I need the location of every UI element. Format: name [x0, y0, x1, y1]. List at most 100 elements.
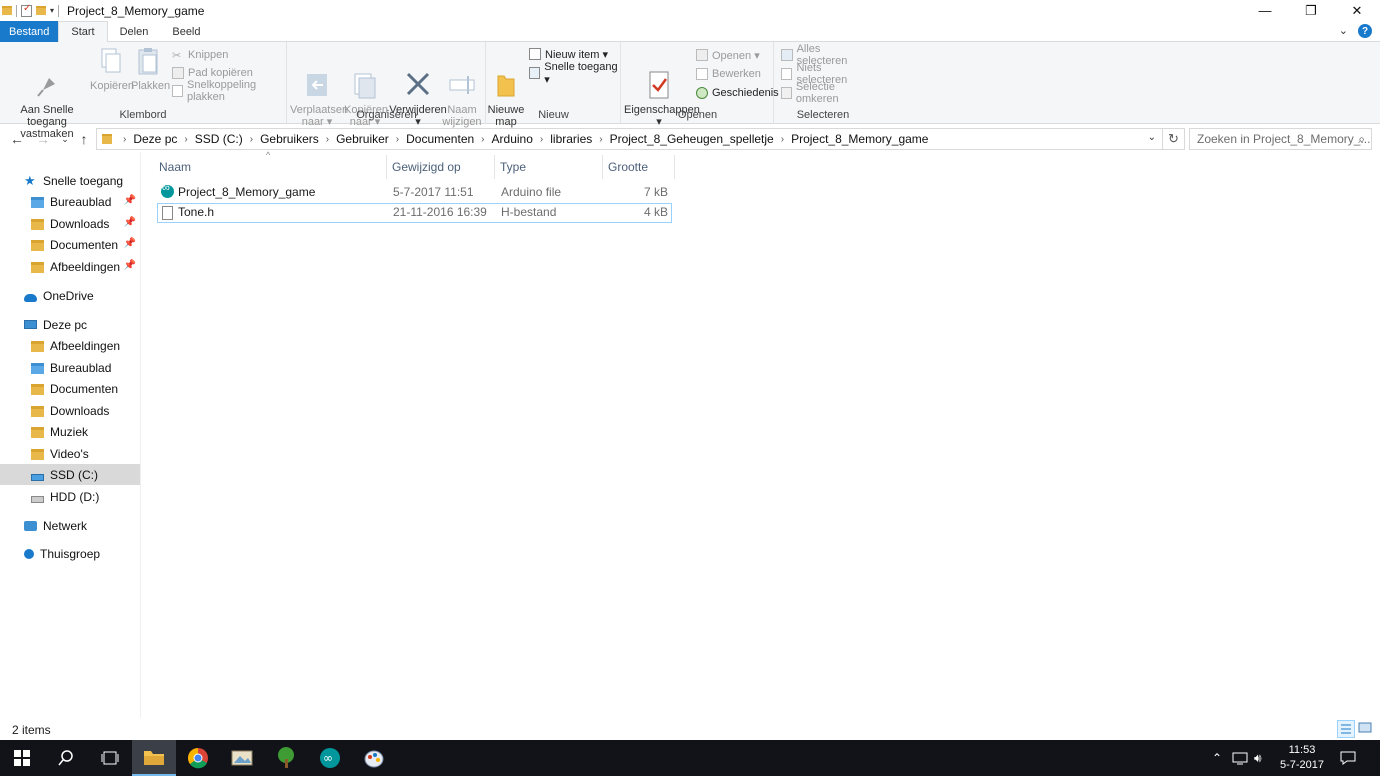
- nav-quick-pictures[interactable]: Afbeeldingen 📌: [0, 256, 140, 277]
- address-bar[interactable]: › Deze pc › SSD (C:) › Gebruikers › Gebr…: [96, 128, 1163, 150]
- forward-arrow-icon[interactable]: →: [32, 128, 54, 150]
- pin-icon[interactable]: 📌: [124, 217, 136, 228]
- invert-selection-button[interactable]: Selectie omkeren: [781, 81, 871, 105]
- breadcrumb-item[interactable]: Arduino: [488, 132, 537, 146]
- breadcrumb-chevron-icon[interactable]: ›: [478, 134, 487, 145]
- close-button[interactable]: ✕: [1334, 0, 1380, 21]
- paste-button[interactable]: Plakken: [131, 46, 170, 92]
- search-input[interactable]: Zoeken in Project_8_Memory_... ⌕: [1189, 128, 1372, 150]
- file-list: ^ Naam Gewijzigd op Type Grootte Project…: [141, 150, 1380, 718]
- pin-icon[interactable]: 📌: [124, 260, 136, 271]
- windows-start-icon[interactable]: [0, 740, 44, 776]
- pin-quick-access-button[interactable]: Aan Snelle toegang vastmaken: [4, 46, 90, 140]
- pin-icon[interactable]: 📌: [124, 238, 136, 249]
- nav-quick-desktop[interactable]: Bureaublad 📌: [0, 191, 140, 212]
- column-header-size[interactable]: Grootte: [603, 155, 675, 179]
- cut-button[interactable]: ✂ Knippen: [172, 47, 228, 63]
- table-row[interactable]: Project_8_Memory_game 5-7-2017 11:51 Ard…: [157, 182, 672, 203]
- tree-app-icon[interactable]: [264, 740, 308, 776]
- nav-quick-downloads[interactable]: Downloads 📌: [0, 213, 140, 234]
- breadcrumb-item[interactable]: Gebruikers: [256, 132, 323, 146]
- tab-share[interactable]: Delen: [108, 21, 161, 42]
- nav-pc-ssd[interactable]: SSD (C:): [0, 464, 140, 485]
- nav-pc-hdd[interactable]: HDD (D:): [0, 486, 140, 507]
- pin-icon[interactable]: 📌: [124, 195, 136, 206]
- system-clock[interactable]: 11:53 5-7-2017: [1280, 743, 1324, 773]
- breadcrumb-chevron-icon[interactable]: ›: [181, 134, 190, 145]
- show-hidden-icons-chevron-icon[interactable]: ⌃: [1212, 740, 1222, 776]
- select-none-button[interactable]: Niets selecteren: [781, 62, 871, 86]
- recent-locations-chevron-icon[interactable]: ⌄: [58, 128, 72, 150]
- breadcrumb-chevron-icon[interactable]: ›: [120, 134, 129, 145]
- refresh-icon[interactable]: ↻: [1163, 128, 1185, 150]
- folder-icon[interactable]: [2, 6, 12, 15]
- paste-shortcut-button[interactable]: Snelkoppeling plakken: [172, 79, 286, 103]
- breadcrumb-item[interactable]: Project_8_Memory_game: [787, 132, 932, 146]
- nav-pc-pictures[interactable]: Afbeeldingen: [0, 335, 140, 356]
- minimize-button[interactable]: —: [1242, 0, 1288, 21]
- help-icon[interactable]: ?: [1358, 24, 1372, 38]
- nav-pc-documents[interactable]: Documenten: [0, 378, 140, 399]
- breadcrumb-item[interactable]: Project_8_Geheugen_spelletje: [606, 132, 778, 146]
- breadcrumb-chevron-icon[interactable]: ›: [393, 134, 402, 145]
- tab-view[interactable]: Beeld: [160, 21, 212, 42]
- breadcrumb-item[interactable]: SSD (C:): [191, 132, 247, 146]
- nav-pc-music[interactable]: Muziek: [0, 421, 140, 442]
- nav-pc-desktop[interactable]: Bureaublad: [0, 357, 140, 378]
- new-folder-icon[interactable]: [36, 6, 46, 15]
- easy-access-button[interactable]: Snelle toegang ▾: [529, 61, 620, 86]
- chrome-icon[interactable]: [176, 740, 220, 776]
- paint-icon[interactable]: [352, 740, 396, 776]
- table-row[interactable]: Tone.h 21-11-2016 16:39 H-bestand 4 kB: [157, 203, 672, 223]
- nav-pc-downloads[interactable]: Downloads: [0, 400, 140, 421]
- column-header-type[interactable]: Type: [495, 155, 603, 179]
- breadcrumb-item[interactable]: Deze pc: [129, 132, 181, 146]
- breadcrumb-item[interactable]: Gebruiker: [332, 132, 393, 146]
- back-arrow-icon[interactable]: ←: [6, 128, 28, 150]
- edit-button[interactable]: Bewerken: [696, 66, 761, 82]
- breadcrumb-chevron-icon[interactable]: ›: [537, 134, 546, 145]
- arduino-icon[interactable]: ∞: [308, 740, 352, 776]
- properties-icon[interactable]: [21, 3, 32, 17]
- customize-toolbar-chevron-icon[interactable]: ▾: [50, 6, 54, 15]
- volume-icon[interactable]: 🔊︎: [1254, 740, 1262, 776]
- copy-button[interactable]: Kopiëren: [90, 46, 134, 92]
- nav-pc-videos[interactable]: Video's: [0, 443, 140, 464]
- network-tray-icon[interactable]: [1232, 740, 1248, 776]
- group-organize: Verplaatsen naar ▾ Kopiëren naar ▾ Verwi…: [288, 42, 486, 128]
- history-button[interactable]: Geschiedenis: [696, 85, 779, 101]
- maximize-button[interactable]: ❐: [1288, 0, 1334, 21]
- tab-file[interactable]: Bestand: [0, 21, 59, 42]
- breadcrumb-chevron-icon[interactable]: ›: [596, 134, 605, 145]
- column-header-name[interactable]: Naam: [154, 155, 387, 179]
- paste-shortcut-label: Snelkoppeling plakken: [187, 79, 257, 103]
- select-all-button[interactable]: Alles selecteren: [781, 43, 871, 67]
- up-arrow-icon[interactable]: ↑: [74, 128, 94, 150]
- nav-quick-access[interactable]: ★ Snelle toegang: [0, 170, 140, 191]
- large-icons-view-icon[interactable]: [1357, 720, 1375, 738]
- search-icon[interactable]: [44, 740, 88, 776]
- paste-icon: [133, 46, 165, 76]
- breadcrumb-item[interactable]: Documenten: [402, 132, 478, 146]
- tab-start[interactable]: Start: [58, 21, 108, 43]
- nav-this-pc[interactable]: Deze pc: [0, 314, 140, 335]
- network-icon: [24, 520, 37, 531]
- nav-onedrive[interactable]: OneDrive: [0, 285, 140, 306]
- column-header-modified[interactable]: Gewijzigd op: [387, 155, 495, 179]
- task-view-icon[interactable]: [88, 740, 132, 776]
- photos-icon[interactable]: [220, 740, 264, 776]
- file-name: Project_8_Memory_game: [178, 185, 316, 199]
- expand-ribbon-chevron-icon[interactable]: ⌄: [1339, 24, 1348, 38]
- breadcrumb-chevron-icon[interactable]: ›: [323, 134, 332, 145]
- details-view-icon[interactable]: [1337, 720, 1355, 738]
- file-explorer-taskbar-icon[interactable]: [132, 740, 176, 776]
- nav-homegroup[interactable]: Thuisgroep: [0, 543, 140, 564]
- breadcrumb-item[interactable]: libraries: [546, 132, 596, 146]
- breadcrumb-chevron-icon[interactable]: ›: [778, 134, 787, 145]
- breadcrumb-chevron-icon[interactable]: ›: [247, 134, 256, 145]
- open-button[interactable]: Openen ▾: [696, 47, 760, 63]
- nav-network[interactable]: Netwerk: [0, 515, 140, 536]
- nav-quick-documents[interactable]: Documenten 📌: [0, 234, 140, 255]
- notifications-icon[interactable]: [1340, 740, 1356, 776]
- address-history-chevron-icon[interactable]: ⌄: [1148, 132, 1156, 143]
